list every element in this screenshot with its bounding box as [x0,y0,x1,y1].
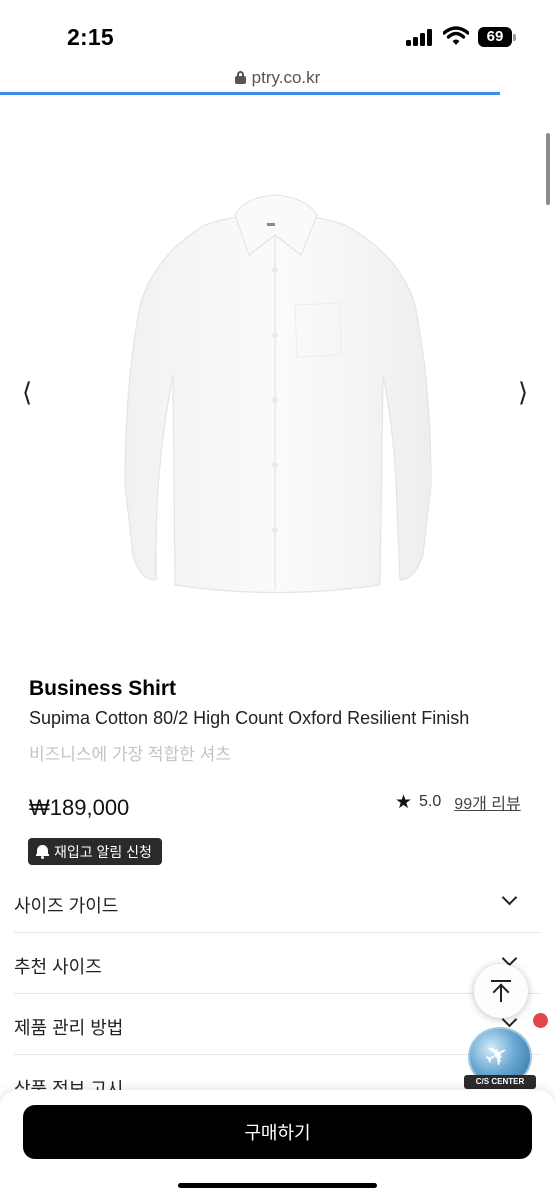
cellular-signal-icon [406,28,434,46]
url-text: ptry.co.kr [251,68,321,87]
page-load-progress [0,92,500,95]
notification-dot [533,1013,548,1028]
restock-alert-button[interactable]: 재입고 알림 신청 [28,838,162,865]
bell-icon [36,844,49,859]
accordion-label: 추천 사이즈 [14,957,102,977]
buy-button[interactable]: 구매하기 [23,1105,532,1159]
battery-level: 69 [486,28,504,45]
accordion-label: 사이즈 가이드 [14,896,119,916]
wifi-icon [443,26,469,45]
cs-center-label: C/S CENTER [464,1075,536,1089]
product-rating: ★ 5.0 99개 리뷰 [395,790,521,814]
status-bar: 2:15 69 [0,0,555,62]
restock-alert-label: 재입고 알림 신청 [54,843,152,860]
chevron-down-icon [501,889,518,906]
lock-icon [234,71,246,84]
home-indicator[interactable] [178,1183,377,1188]
accordion-size-guide[interactable]: 사이즈 가이드 [14,872,541,933]
product-description: 비즈니스에 가장 적합한 셔츠 [29,745,231,764]
accordion-label: 제품 관리 방법 [14,1018,124,1038]
product-image [124,194,432,594]
product-name: Business Shirt [29,677,177,700]
address-bar[interactable]: ptry.co.kr [0,62,555,94]
rating-value: 5.0 [419,793,442,810]
status-time: 2:15 [67,24,114,50]
reviews-link[interactable]: 99개 리뷰 [454,790,520,814]
product-subtitle: Supima Cotton 80/2 High Count Oxford Res… [29,708,470,728]
star-icon: ★ [395,791,413,813]
cs-center-button[interactable]: ✈ C/S CENTER [464,1027,536,1091]
accordion-recommended-size[interactable]: 추천 사이즈 [14,933,541,994]
carousel-next-button[interactable]: ⟩ [518,380,528,406]
product-price: ₩189,000 [29,795,130,820]
accordion-care-instructions[interactable]: 제품 관리 방법 [14,994,541,1055]
battery-icon: 69 [478,27,516,47]
scroll-to-top-button[interactable] [474,964,528,1018]
product-image-carousel[interactable]: ⟨ ⟩ [0,110,555,670]
purchase-bar: 구매하기 [0,1090,555,1200]
carousel-prev-button[interactable]: ⟨ [22,380,32,406]
url-display[interactable]: ptry.co.kr [0,68,555,88]
